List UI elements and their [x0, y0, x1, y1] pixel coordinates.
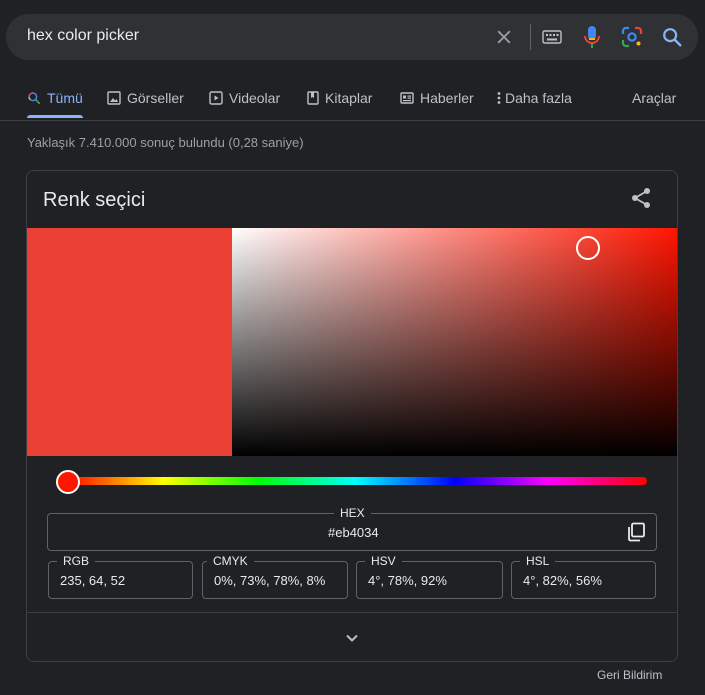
hex-value[interactable]: #eb4034	[328, 525, 379, 540]
tab-all-label: Tümü	[47, 90, 83, 106]
value-gradient	[232, 228, 677, 456]
tab-all[interactable]: Tümü	[27, 84, 83, 112]
copy-icon	[628, 522, 645, 542]
hsv-label: HSV	[365, 554, 402, 568]
image-icon	[107, 91, 121, 105]
saturation-value-handle[interactable]	[576, 236, 600, 260]
hsl-value[interactable]: 4°, 82%, 56%	[523, 573, 602, 588]
hex-label: HEX	[334, 506, 371, 520]
tab-books-label: Kitaplar	[325, 90, 373, 106]
feedback-link[interactable]: Geri Bildirim	[597, 668, 662, 682]
share-button[interactable]	[629, 186, 653, 210]
clear-button[interactable]	[489, 14, 519, 60]
search-input[interactable]: hex color picker	[27, 27, 139, 45]
copy-button[interactable]	[626, 522, 646, 542]
search-button[interactable]	[657, 14, 687, 60]
color-preview-swatch	[27, 228, 232, 456]
rgb-field[interactable]: RGB 235, 64, 52	[48, 554, 193, 599]
tools-button[interactable]: Araçlar	[632, 84, 676, 112]
camera-lens-icon	[621, 26, 643, 48]
cmyk-value[interactable]: 0%, 73%, 78%, 8%	[214, 573, 325, 588]
lens-search-button[interactable]	[617, 14, 647, 60]
tab-more-label: Daha fazla	[505, 90, 572, 106]
tools-label: Araçlar	[632, 90, 677, 106]
tab-news-label: Haberler	[420, 90, 474, 106]
chevron-down-icon	[346, 634, 358, 642]
tab-images-label: Görseller	[127, 90, 184, 106]
search-tabs: Tümü Görseller Videolar Kitaplar Haberle…	[0, 84, 705, 114]
hue-slider-handle[interactable]	[56, 470, 80, 494]
hex-field[interactable]: HEX #eb4034	[47, 506, 657, 551]
color-picker-card: Renk seçici HEX #eb4034 RGB 235, 64, 52 …	[26, 170, 678, 662]
tab-news[interactable]: Haberler	[400, 84, 474, 112]
book-icon	[307, 91, 319, 105]
tab-images[interactable]: Görseller	[107, 84, 184, 112]
search-icon	[663, 28, 682, 47]
keyboard-button[interactable]	[537, 14, 567, 60]
rgb-value[interactable]: 235, 64, 52	[60, 573, 125, 588]
video-icon	[209, 91, 223, 105]
active-tab-indicator	[27, 115, 83, 118]
saturation-value-area[interactable]	[232, 228, 677, 456]
tab-videos-label: Videolar	[229, 90, 281, 106]
search-icon	[28, 92, 41, 105]
hsv-value[interactable]: 4°, 78%, 92%	[368, 573, 447, 588]
cmyk-field[interactable]: CMYK 0%, 73%, 78%, 8%	[202, 554, 348, 599]
keyboard-icon	[542, 30, 562, 44]
card-title: Renk seçici	[43, 189, 146, 211]
expand-button[interactable]	[343, 629, 361, 647]
hue-slider[interactable]	[65, 477, 647, 485]
search-bar[interactable]: hex color picker	[6, 14, 698, 60]
hsl-field[interactable]: HSL 4°, 82%, 56%	[511, 554, 656, 599]
close-icon	[497, 30, 511, 44]
tab-more[interactable]: Daha fazla	[497, 84, 572, 112]
cmyk-label: CMYK	[207, 554, 254, 568]
tabs-divider	[0, 120, 705, 121]
news-icon	[400, 92, 414, 104]
share-icon	[632, 188, 650, 208]
hsv-field[interactable]: HSV 4°, 78%, 92%	[356, 554, 503, 599]
tab-books[interactable]: Kitaplar	[307, 84, 372, 112]
microphone-icon	[584, 26, 600, 48]
hsl-label: HSL	[520, 554, 556, 568]
voice-search-button[interactable]	[577, 14, 607, 60]
more-vert-icon	[497, 92, 501, 104]
rgb-label: RGB	[57, 554, 96, 568]
result-stats: Yaklaşık 7.410.000 sonuç bulundu (0,28 s…	[27, 135, 304, 150]
tab-videos[interactable]: Videolar	[209, 84, 280, 112]
search-divider	[530, 24, 531, 50]
card-divider	[27, 612, 677, 613]
